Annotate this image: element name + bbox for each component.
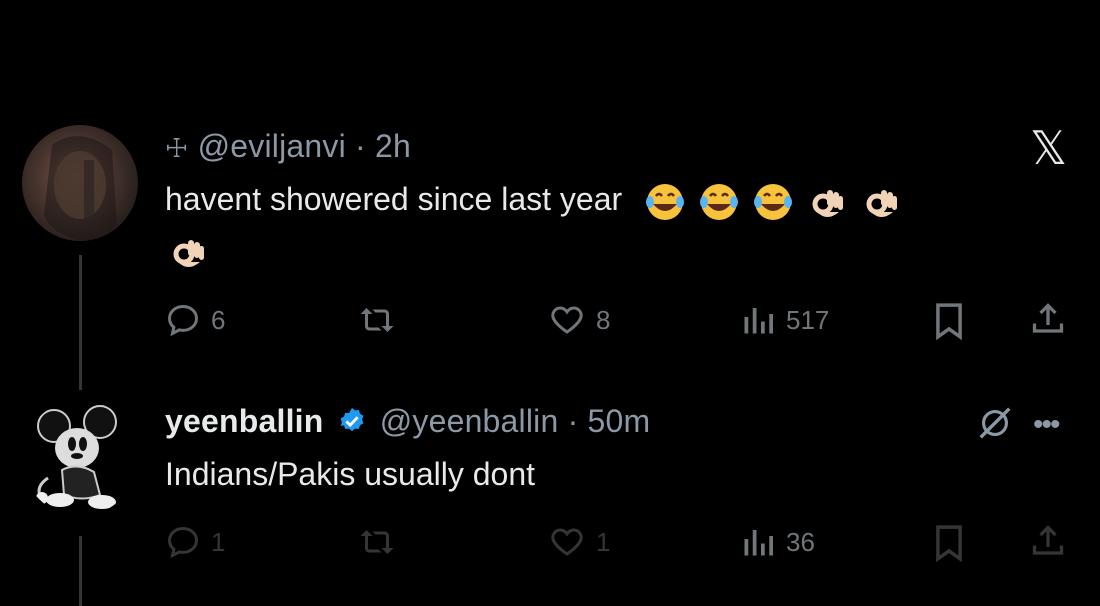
retweet-icon bbox=[360, 308, 394, 332]
tweet1-time[interactable]: 2h bbox=[375, 128, 411, 164]
reply-icon bbox=[167, 526, 199, 559]
verified-badge-icon bbox=[340, 407, 363, 432]
bookmark-icon bbox=[936, 525, 962, 562]
tweet2-meta: yeenballin @yeenballin · 50m bbox=[165, 403, 650, 440]
avatar-yeenballin[interactable] bbox=[22, 400, 138, 516]
share-icon bbox=[1032, 525, 1064, 555]
tweet1-like-button[interactable]: 8 bbox=[548, 302, 610, 338]
reply-icon bbox=[167, 304, 199, 337]
tweet1-meta: ☩ @eviljanvi · 2h bbox=[165, 128, 411, 165]
tweet2-time[interactable]: 50m bbox=[588, 403, 651, 439]
laughing-tears-emoji-icon bbox=[646, 183, 685, 220]
share-icon bbox=[1032, 303, 1064, 333]
ok-hand-emoji-icon bbox=[812, 189, 844, 217]
views-icon bbox=[744, 530, 773, 556]
retweet-icon bbox=[360, 530, 394, 554]
tweet1-like-count: 8 bbox=[596, 304, 611, 335]
avatar-image bbox=[44, 136, 117, 241]
tweet2-bookmark-button[interactable] bbox=[933, 524, 965, 562]
tweet1-share-button[interactable] bbox=[1030, 300, 1066, 338]
tweet2-text: Indians/Pakis usually dont bbox=[165, 456, 535, 492]
tweet1-text-container: havent showered since last year bbox=[165, 178, 1045, 222]
tweet2-like-count: 1 bbox=[596, 526, 611, 557]
tweet1-separator: · bbox=[355, 128, 366, 164]
tweet1-retweet-button[interactable] bbox=[357, 302, 397, 338]
tweet2-view-count: 36 bbox=[786, 526, 815, 557]
tweet1-handle[interactable]: @eviljanvi bbox=[198, 128, 346, 164]
tweet2-display-name[interactable]: yeenballin bbox=[165, 403, 324, 439]
views-icon bbox=[744, 308, 773, 334]
avatar-eviljanvi[interactable] bbox=[22, 125, 138, 241]
ok-hand-emoji-icon bbox=[866, 189, 898, 217]
tweet2-reply-button[interactable]: 1 bbox=[165, 524, 225, 560]
tweet2-views-button[interactable]: 36 bbox=[740, 524, 815, 560]
tweet2-handle[interactable]: @yeenballin bbox=[380, 403, 559, 439]
tweet1-reply-button[interactable]: 6 bbox=[165, 302, 225, 338]
bookmark-icon bbox=[936, 303, 962, 340]
mickey-avatar-image bbox=[36, 405, 117, 509]
tweet1-emoji-row bbox=[645, 182, 901, 222]
x-logo-icon[interactable]: 𝕏 bbox=[1030, 125, 1067, 171]
tweet1-bookmark-button[interactable] bbox=[933, 302, 965, 340]
tweet2-reply-count: 1 bbox=[211, 526, 226, 557]
tweet1-emoji-wrap bbox=[168, 232, 208, 277]
tweet1-view-count: 517 bbox=[786, 304, 830, 335]
laughing-tears-emoji-icon bbox=[754, 183, 793, 220]
thread-line-lower bbox=[79, 536, 82, 606]
grok-icon[interactable] bbox=[975, 405, 1015, 446]
thread-line-upper bbox=[79, 255, 82, 390]
heart-icon bbox=[551, 528, 583, 556]
cross-glyph: ☩ bbox=[165, 134, 189, 164]
tweet2-like-button[interactable]: 1 bbox=[548, 524, 610, 560]
ok-hand-emoji-icon bbox=[173, 240, 204, 267]
tweet1-views-button[interactable]: 517 bbox=[740, 302, 829, 338]
more-options-icon[interactable]: ••• bbox=[1033, 408, 1060, 442]
grok-slash-icon bbox=[979, 407, 1011, 439]
tweet2-share-button[interactable] bbox=[1030, 522, 1066, 560]
tweet1-text: havent showered since last year bbox=[165, 181, 623, 217]
laughing-tears-emoji-icon bbox=[700, 183, 739, 220]
tweet1-reply-count: 6 bbox=[211, 304, 226, 335]
heart-icon bbox=[551, 306, 583, 334]
tweet2-retweet-button[interactable] bbox=[357, 524, 397, 560]
tweet2-separator: · bbox=[567, 403, 579, 439]
